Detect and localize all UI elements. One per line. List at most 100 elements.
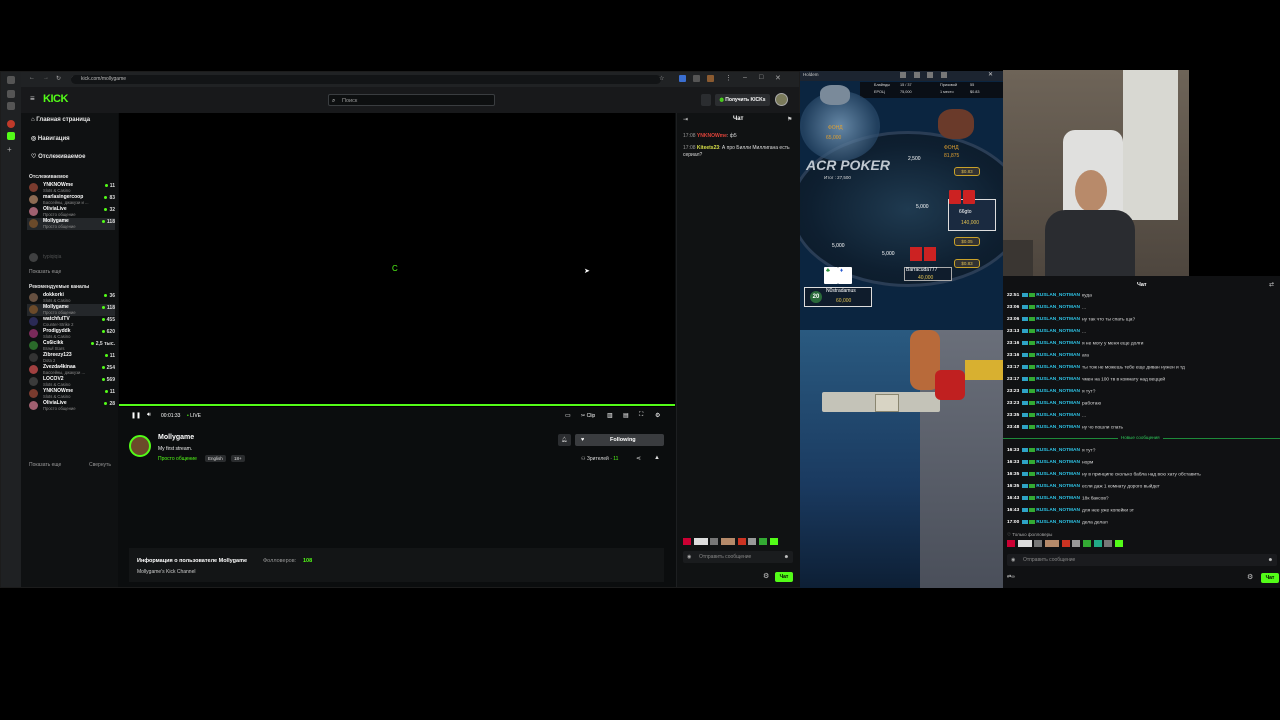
app-icon[interactable] bbox=[7, 102, 15, 110]
streamer-name[interactable]: Mollygame bbox=[158, 434, 194, 441]
volume-icon[interactable]: 🔊︎ bbox=[147, 412, 151, 419]
clip-button[interactable]: ✂ Clip bbox=[581, 413, 595, 419]
app-icon[interactable] bbox=[7, 120, 15, 128]
sidebar-channel[interactable]: YNKNOWme Slots & Casino 11 bbox=[27, 388, 115, 400]
chat-username[interactable]: RUSLAN_NOTMAN bbox=[1036, 496, 1080, 501]
kick-app-icon[interactable] bbox=[7, 132, 15, 140]
extension-icon[interactable] bbox=[693, 75, 700, 82]
sidebar-channel[interactable]: Cs6icikk Brawl Stars 2,5 тыс. bbox=[27, 340, 115, 352]
sidebar-item-following[interactable]: ♡ Отслеживаемое bbox=[31, 153, 85, 160]
app-icon[interactable] bbox=[7, 90, 15, 98]
sidebar-item-home[interactable]: ⌂ Главная страница bbox=[31, 117, 90, 123]
streamer-avatar[interactable] bbox=[129, 435, 151, 457]
tool-icon[interactable] bbox=[927, 72, 934, 78]
address-bar[interactable]: kick.com/mollygame bbox=[71, 75, 661, 84]
emote-icon[interactable] bbox=[1093, 540, 1102, 547]
sidebar-channel[interactable]: Prodigyddk Slots & Casino 620 bbox=[27, 328, 115, 340]
get-kicks-button[interactable]: ◍ Получить KICKs bbox=[715, 94, 770, 106]
emote-icon[interactable] bbox=[1045, 540, 1060, 547]
chat-username[interactable]: RUSLAN_NOTMAN bbox=[1036, 317, 1080, 322]
sidebar-channel[interactable]: YNKNOWme Slots & Casino 11 bbox=[27, 182, 115, 194]
chat-username[interactable]: RUSLAN_NOTMAN bbox=[1036, 448, 1080, 453]
notification-bell-icon[interactable]: 🔔︎ bbox=[558, 434, 571, 446]
chat-users-icon[interactable]: ⇄ bbox=[1269, 281, 1274, 288]
reload-icon[interactable]: ↻ bbox=[56, 75, 61, 82]
chat-username[interactable]: RUSLAN_NOTMAN bbox=[1036, 293, 1080, 298]
stream-category[interactable]: Просто общение bbox=[158, 456, 197, 462]
emote-icon[interactable] bbox=[1072, 540, 1081, 547]
theater-icon[interactable]: ▭ bbox=[565, 412, 571, 419]
chat-username[interactable]: RUSLAN_NOTMAN bbox=[1036, 413, 1080, 418]
emote-icon[interactable] bbox=[1083, 540, 1092, 547]
tool-icon[interactable] bbox=[913, 72, 920, 78]
back-icon[interactable]: ← bbox=[29, 75, 35, 81]
emote-icon[interactable] bbox=[1061, 540, 1070, 547]
chat-send-button[interactable]: Чат bbox=[775, 572, 793, 582]
chat-settings-icon[interactable]: ⚑ bbox=[787, 116, 792, 123]
sidebar-channel[interactable]: LOCOV2 Slots & Casino 569 bbox=[27, 376, 115, 388]
chat-username[interactable]: RUSLAN_NOTMAN bbox=[1036, 472, 1080, 477]
settings-gear-icon[interactable]: ⚙ bbox=[655, 412, 660, 419]
show-more-link[interactable]: Показать еще bbox=[29, 462, 61, 468]
emote-icon[interactable] bbox=[1017, 540, 1032, 547]
sidebar-channel[interactable]: marlasingercoop Бассейны, джакузи и ... 83 bbox=[27, 194, 115, 206]
emote-icon[interactable] bbox=[1034, 540, 1043, 547]
following-button[interactable]: ♥ Following bbox=[575, 434, 664, 446]
sidebar-channel[interactable]: Mollygame Просто общение 118 bbox=[27, 304, 115, 316]
avatar[interactable] bbox=[775, 93, 788, 106]
emote-icon[interactable] bbox=[683, 538, 691, 545]
tool-icon[interactable] bbox=[900, 72, 906, 78]
video-player[interactable]: C ➤ bbox=[119, 113, 675, 407]
emote-icon[interactable] bbox=[1115, 540, 1124, 547]
hamburger-icon[interactable]: ≡ bbox=[30, 95, 35, 103]
extension-icon[interactable] bbox=[679, 75, 686, 82]
chat-username[interactable]: RUSLAN_NOTMAN bbox=[1036, 329, 1080, 334]
chat-input[interactable]: ◉ Отправить сообщение ☻ bbox=[1007, 554, 1277, 566]
sidebar-channel[interactable]: Mollygame Просто общение 118 bbox=[27, 218, 115, 230]
emote-icon[interactable] bbox=[693, 538, 708, 545]
minimize-icon[interactable]: – bbox=[743, 74, 747, 81]
pause-icon[interactable]: ❚❚ bbox=[131, 412, 141, 419]
gift-icon[interactable] bbox=[701, 94, 711, 106]
chat-username[interactable]: RUSLAN_NOTMAN bbox=[1036, 377, 1080, 382]
progress-bar[interactable] bbox=[119, 404, 675, 406]
chat-username[interactable]: RUSLAN_NOTMAN bbox=[1036, 425, 1080, 430]
chat-username[interactable]: RUSLAN_NOTMAN bbox=[1036, 365, 1080, 370]
chat-username[interactable]: RUSLAN_NOTMAN bbox=[1036, 389, 1080, 394]
chat-username[interactable]: RUSLAN_NOTMAN bbox=[1036, 353, 1080, 358]
sidebar-channel[interactable]: dokkorki Slots & Casino 36 bbox=[27, 292, 115, 304]
sidebar-channel[interactable]: OliviaLive Просто общение 32 bbox=[27, 206, 115, 218]
tag[interactable]: 18+ bbox=[231, 455, 245, 462]
emote-icon[interactable] bbox=[1007, 540, 1015, 547]
emoji-icon[interactable]: ☻ bbox=[784, 551, 789, 563]
emote-icon[interactable] bbox=[721, 538, 736, 545]
star-icon[interactable]: ☆ bbox=[659, 75, 664, 82]
miniplayer-icon[interactable]: ▤ bbox=[623, 412, 629, 419]
collapse-link[interactable]: Свернуть bbox=[89, 462, 111, 468]
chat-gear-icon[interactable]: ⚙ bbox=[763, 572, 769, 580]
emote-icon[interactable] bbox=[769, 538, 778, 545]
chat-gear-icon[interactable]: ⚙ bbox=[1247, 573, 1253, 581]
sidebar-channel[interactable]: watchfulTV Counter-Strike 2 455 bbox=[27, 316, 115, 328]
extension-icon[interactable] bbox=[707, 75, 714, 82]
emote-icon[interactable] bbox=[710, 538, 719, 545]
report-icon[interactable]: ▲ bbox=[654, 455, 660, 461]
close-icon[interactable]: ✕ bbox=[775, 74, 781, 82]
chat-input[interactable]: ◉ Отправить сообщение ☻ bbox=[683, 551, 793, 563]
emoji-icon[interactable]: ☻ bbox=[1268, 554, 1273, 566]
close-icon[interactable]: ✕ bbox=[988, 71, 993, 78]
kick-logo[interactable]: KICK bbox=[43, 93, 68, 105]
chat-username[interactable]: RUSLAN_NOTMAN bbox=[1036, 520, 1080, 525]
tag[interactable]: English bbox=[205, 455, 226, 462]
add-icon[interactable]: + bbox=[7, 146, 15, 154]
emote-icon[interactable] bbox=[1104, 540, 1113, 547]
chat-username[interactable]: RUSLAN_NOTMAN bbox=[1036, 305, 1080, 310]
menu-dots-icon[interactable]: ⋮ bbox=[725, 74, 732, 82]
sidebar-item-browse[interactable]: ◎ Навигация bbox=[31, 135, 70, 142]
chat-username[interactable]: RUSLAN_NOTMAN bbox=[1036, 341, 1080, 346]
chat-username[interactable]: RUSLAN_NOTMAN bbox=[1036, 460, 1080, 465]
search-input[interactable]: ⌕ Поиск bbox=[328, 94, 495, 106]
forward-icon[interactable]: → bbox=[43, 75, 49, 81]
sidebar-channel[interactable]: Zibreezy123 Dota 2 11 bbox=[27, 352, 115, 364]
tool-icon[interactable] bbox=[941, 72, 948, 78]
